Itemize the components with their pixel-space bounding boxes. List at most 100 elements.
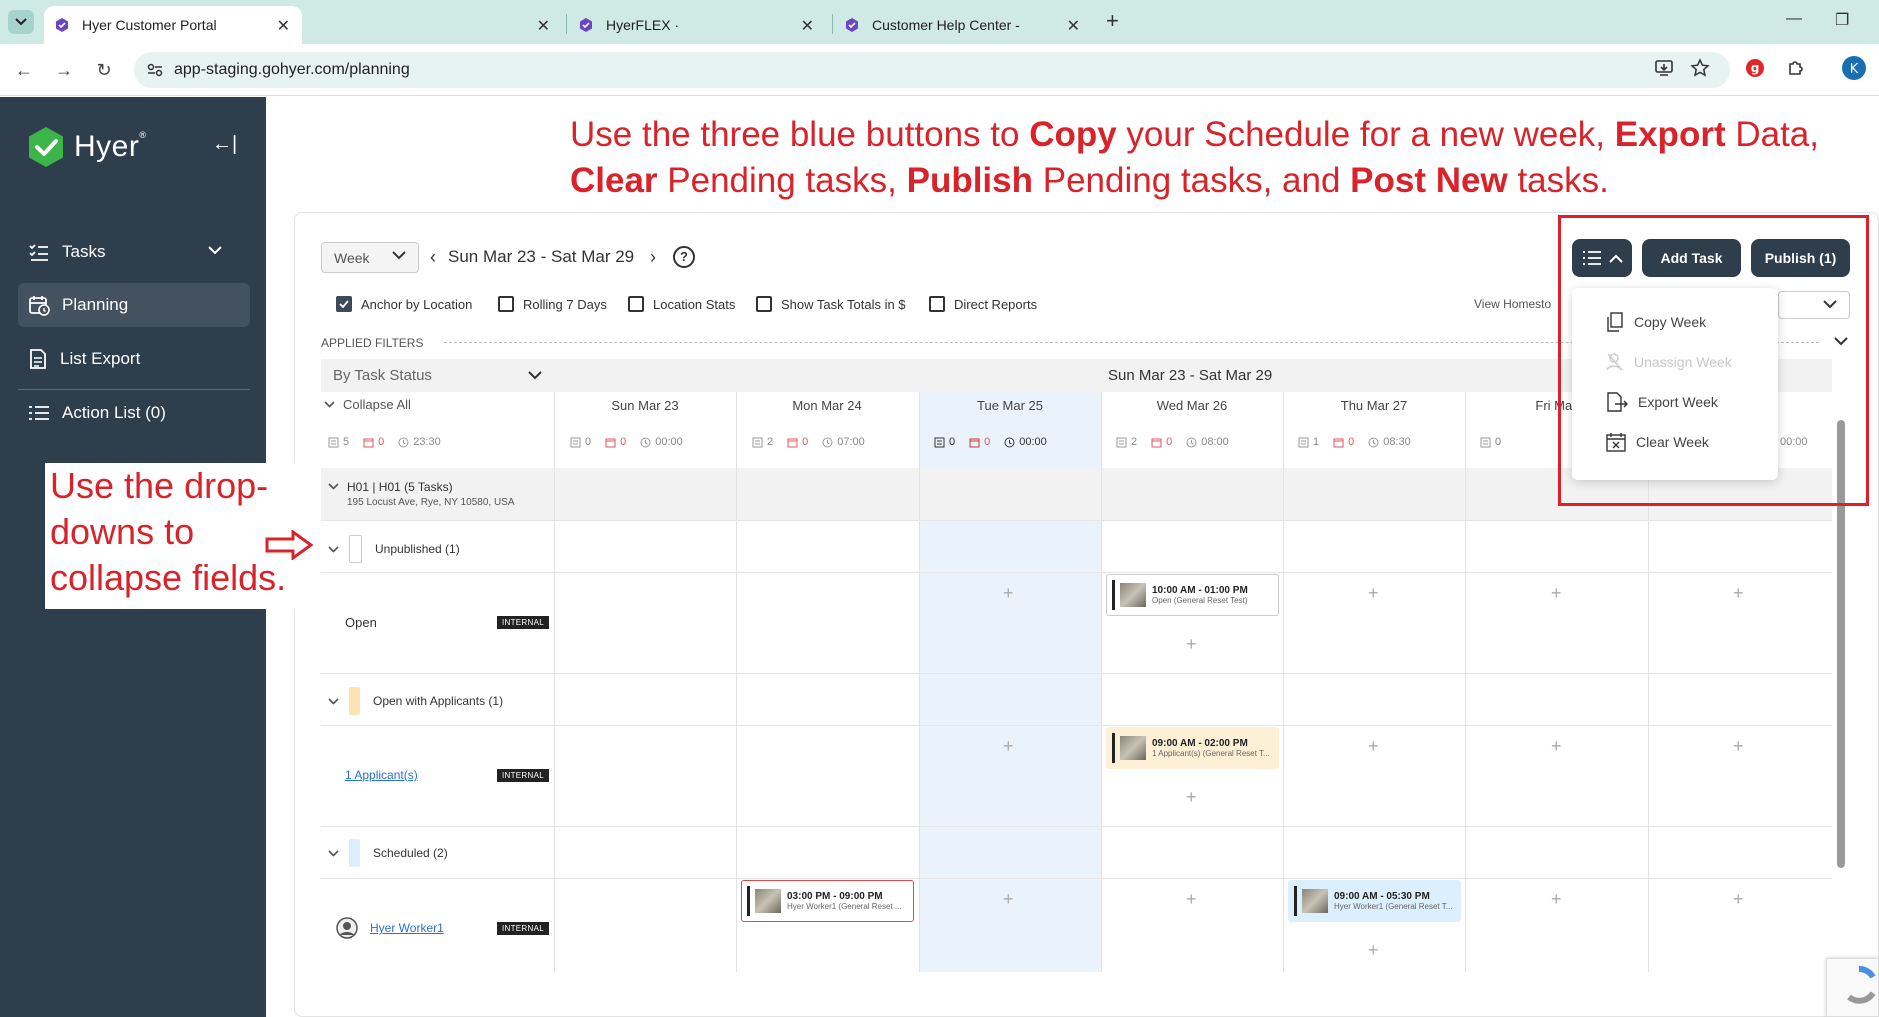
stat-value: 0 [984, 436, 991, 448]
open-with-applicants-group-toggle[interactable]: Open with Applicants (1) [328, 687, 503, 715]
restore-window-icon[interactable]: ❐ [1835, 10, 1849, 30]
hyer-favicon-icon [578, 17, 594, 33]
tab-blank[interactable]: ✕ [304, 6, 562, 44]
group-by-select[interactable]: By Task Status [321, 359, 554, 392]
new-tab-button[interactable]: + [1106, 8, 1119, 34]
reload-icon[interactable]: ↻ [92, 58, 116, 82]
extension-badge-icon[interactable]: g [1745, 58, 1765, 78]
tab-hyer-customer-portal[interactable]: Hyer Customer Portal ✕ [44, 6, 302, 44]
url-field[interactable]: app-staging.gohyer.com/planning [134, 52, 1730, 88]
sidebar-item-planning[interactable]: Planning [18, 283, 250, 327]
annotation-text: Use the three blue buttons to [570, 115, 1030, 154]
task-card-open[interactable]: 10:00 AM - 01:00 PM Open (General Reset … [1106, 574, 1279, 616]
collapse-sidebar-icon[interactable]: ←| [212, 133, 237, 156]
close-tab-icon[interactable]: ✕ [277, 16, 290, 36]
stat-value: 23:30 [413, 436, 441, 448]
site-settings-icon[interactable] [146, 61, 164, 79]
stat-tasks: 2 [1116, 436, 1137, 448]
anchor-by-location-checkbox[interactable]: Anchor by Location [336, 296, 472, 312]
stat-hours: 00:00 [640, 436, 683, 448]
sidebar-item-label: Action List (0) [62, 403, 166, 422]
sidebar-item-tasks[interactable]: Tasks [18, 230, 250, 274]
day-header-wed: Wed Mar 26 [1156, 398, 1228, 413]
close-tab-icon[interactable]: ✕ [537, 16, 550, 36]
add-task-cell-icon[interactable]: + [1186, 634, 1197, 655]
add-task-cell-icon[interactable]: + [1186, 889, 1197, 910]
add-task-cell-icon[interactable]: + [1003, 889, 1014, 910]
scheduled-group-toggle[interactable]: Scheduled (2) [328, 839, 448, 867]
grid-line [919, 392, 920, 972]
checkbox-checked [336, 296, 352, 312]
grid-line [321, 725, 1832, 726]
view-homestore-label: View Homesto [1474, 297, 1552, 311]
close-tab-icon[interactable]: ✕ [1067, 16, 1080, 36]
unpublished-group-toggle[interactable]: Unpublished (1) [328, 535, 460, 563]
bookmark-star-icon[interactable] [1690, 58, 1710, 78]
add-task-cell-icon[interactable]: + [1368, 736, 1379, 757]
next-week-button[interactable]: › [650, 247, 656, 268]
checkbox-unchecked [756, 296, 772, 312]
stat-tasks: 2 [752, 436, 773, 448]
minimize-window-icon[interactable]: — [1786, 10, 1802, 28]
extensions-puzzle-icon[interactable] [1786, 58, 1806, 78]
task-card-scheduled-thu[interactable]: 09:00 AM - 05:30 PM Hyer Worker1 (Genera… [1288, 880, 1461, 922]
sidebar-item-action-list[interactable]: Action List (0) [18, 391, 250, 435]
view-select[interactable]: Week [321, 242, 419, 273]
collapse-all-button[interactable]: Collapse All [324, 397, 411, 412]
chevron-down-icon [528, 371, 542, 380]
chevron-down-icon [15, 18, 27, 26]
sidebar-item-label: List Export [60, 349, 141, 368]
install-app-icon[interactable] [1654, 58, 1674, 78]
calendar-alert-icon [363, 437, 374, 448]
add-task-cell-icon[interactable]: + [1003, 736, 1014, 757]
add-task-cell-icon[interactable]: + [1368, 940, 1379, 961]
add-task-cell-icon[interactable]: + [1551, 736, 1562, 757]
add-task-cell-icon[interactable]: + [1551, 583, 1562, 604]
previous-week-button[interactable]: ‹ [430, 247, 436, 268]
annotation-bold-publish: Publish [906, 161, 1034, 200]
add-task-cell-icon[interactable]: + [1368, 583, 1379, 604]
browser-address-bar: ← → ↻ app-staging.gohyer.com/planning g … [0, 44, 1879, 96]
task-thumbnail [1120, 583, 1146, 607]
add-task-cell-icon[interactable]: + [1733, 889, 1744, 910]
task-card-scheduled-mon[interactable]: 03:00 PM - 09:00 PM Hyer Worker1 (Genera… [741, 880, 914, 922]
task-thumbnail [1120, 736, 1146, 760]
tab-search-button[interactable] [8, 10, 34, 34]
clock-icon [640, 437, 651, 448]
annotation-bold-post-new: Post New [1350, 161, 1508, 200]
close-tab-icon[interactable]: ✕ [801, 16, 814, 36]
day-stats-tue: 0 0 00:00 [934, 436, 1061, 448]
sidebar-item-list-export[interactable]: List Export [18, 337, 250, 381]
applicants-link[interactable]: 1 Applicant(s) [345, 768, 418, 782]
worker-link[interactable]: Hyer Worker1 [370, 921, 444, 935]
location-stats-checkbox[interactable]: Location Stats [628, 296, 735, 312]
hyer-logo[interactable]: Hyer® [26, 125, 146, 169]
worker-row: Hyer Worker1 [336, 917, 444, 939]
rolling-7-days-checkbox[interactable]: Rolling 7 Days [498, 296, 607, 312]
profile-avatar[interactable]: K [1842, 56, 1866, 80]
tab-hyerflex[interactable]: HyerFLEX · ✕ [568, 6, 826, 44]
stat-value: 2 [767, 436, 774, 448]
add-task-cell-icon[interactable]: + [1733, 736, 1744, 757]
chevron-down-icon [328, 483, 339, 508]
tab-customer-help-center[interactable]: Customer Help Center - ✕ [834, 6, 1092, 44]
task-card-open-with-applicants[interactable]: 09:00 AM - 02:00 PM 1 Applicant(s) (Gene… [1106, 727, 1279, 769]
direct-reports-checkbox[interactable]: Direct Reports [929, 296, 1037, 312]
location-group-toggle[interactable]: H01 | H01 (5 Tasks) 195 Locust Ave, Rye,… [328, 480, 515, 508]
status-color-swatch [349, 535, 362, 563]
show-task-totals-checkbox[interactable]: Show Task Totals in $ [756, 296, 906, 312]
help-icon[interactable]: ? [673, 246, 695, 268]
add-task-cell-icon[interactable]: + [1186, 787, 1197, 808]
task-description: Hyer Worker1 (General Reset T... [1334, 902, 1453, 911]
add-task-cell-icon[interactable]: + [1733, 583, 1744, 604]
day-header-mon: Mon Mar 24 [792, 398, 862, 413]
checkbox-label: Anchor by Location [361, 296, 473, 312]
add-task-cell-icon[interactable]: + [1551, 889, 1562, 910]
annotation-bold-copy: Copy [1029, 115, 1117, 154]
hyer-logo-icon [26, 125, 66, 169]
forward-arrow-icon[interactable]: → [52, 58, 76, 82]
add-task-cell-icon[interactable]: + [1003, 583, 1014, 604]
checkbox-label: Direct Reports [954, 296, 1038, 312]
recaptcha-badge[interactable] [1826, 958, 1879, 1017]
back-arrow-icon[interactable]: ← [12, 58, 36, 82]
